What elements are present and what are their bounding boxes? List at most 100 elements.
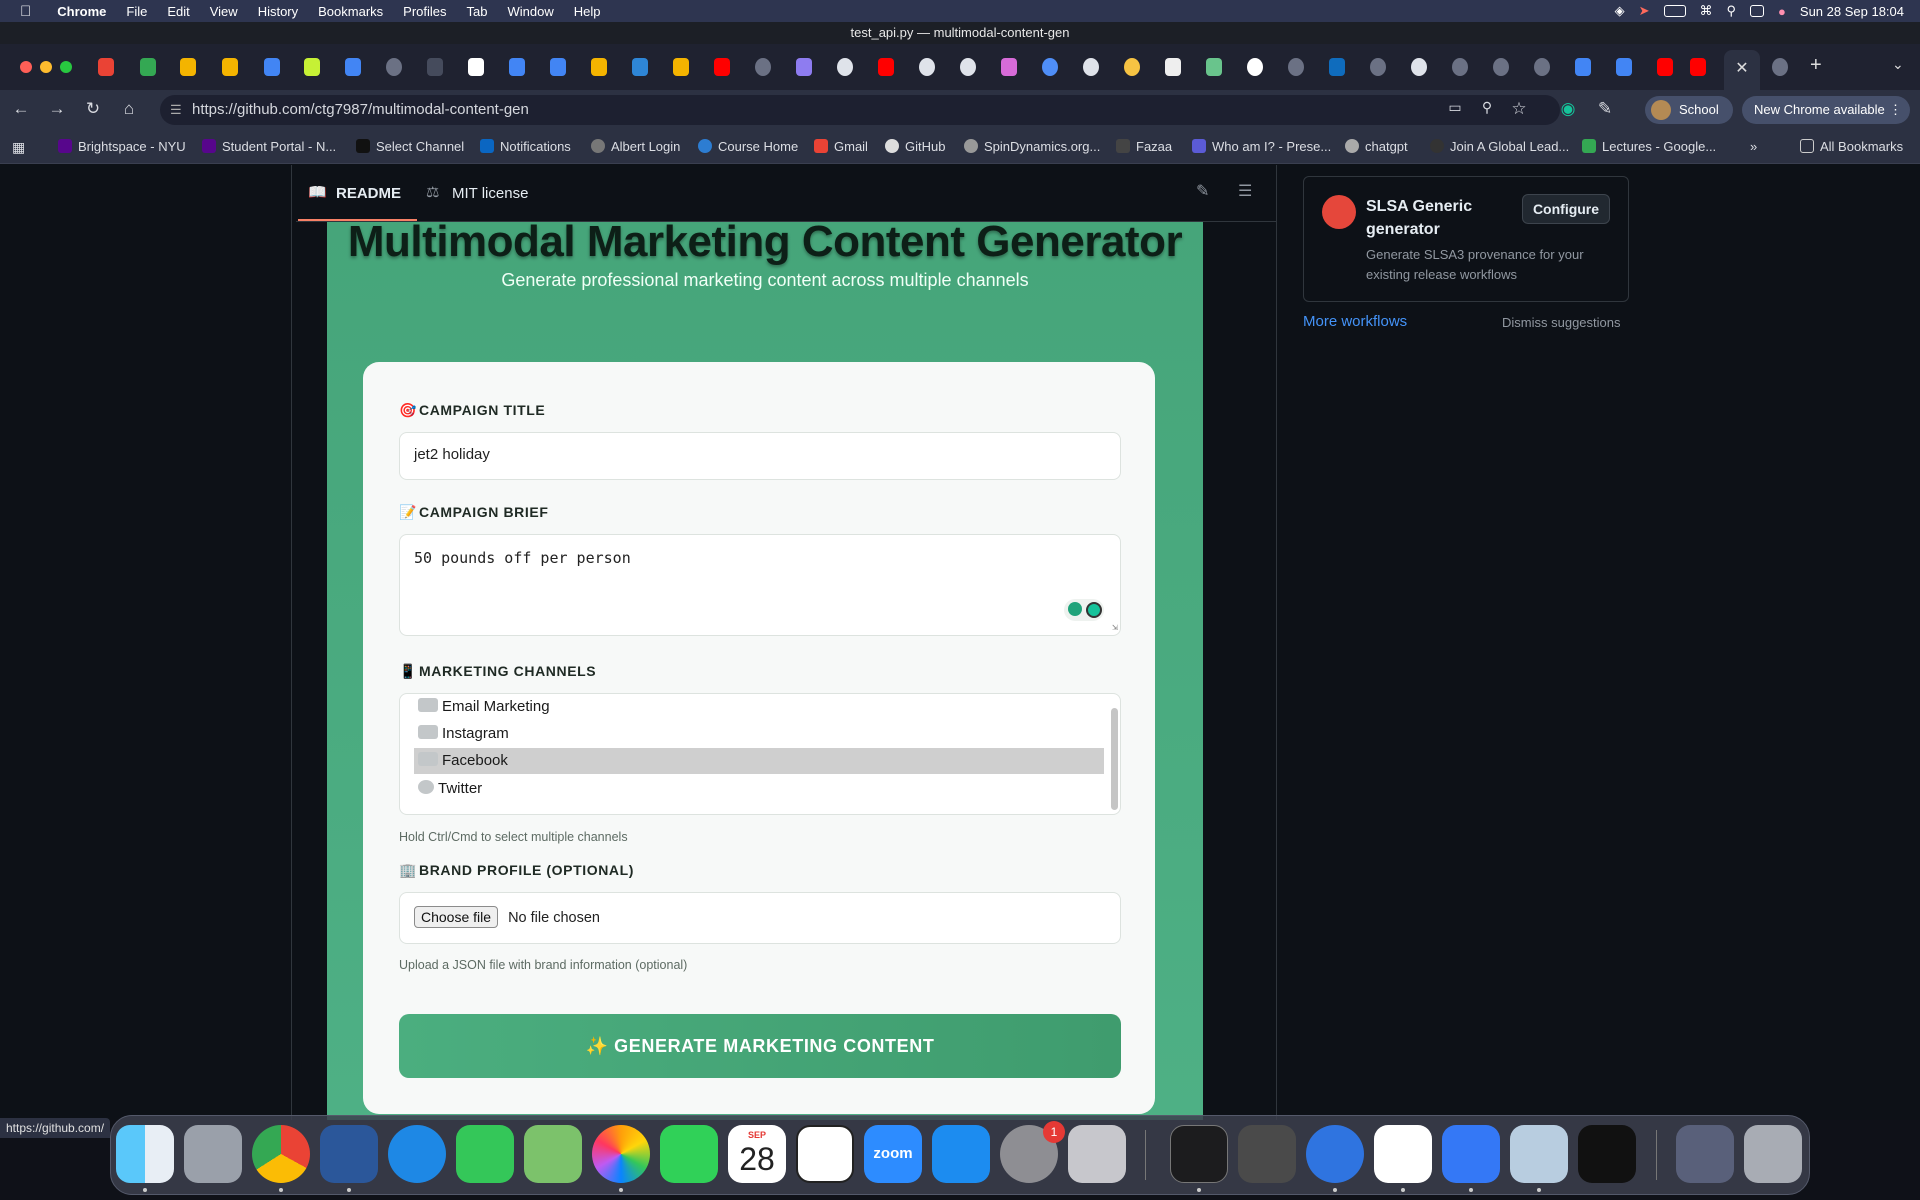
calendar-icon[interactable]: SEP 28 [728, 1125, 786, 1183]
youtube-tab-icon[interactable] [878, 58, 894, 76]
brand-file-input[interactable]: Choose file No file chosen [399, 892, 1121, 944]
github-tab-icon[interactable] [837, 58, 853, 76]
globe-tab-icon[interactable] [755, 58, 771, 76]
active-tab-close-icon[interactable]: ✕ [1724, 50, 1760, 90]
tab-license[interactable]: ⚖ MIT license [426, 184, 528, 202]
bookmark-fazaa[interactable]: Fazaa [1116, 139, 1172, 154]
home-icon[interactable]: ⌂ [118, 99, 140, 119]
maps-icon[interactable] [524, 1125, 582, 1183]
choose-file-button[interactable]: Choose file [414, 906, 499, 928]
slides-tab-icon[interactable] [222, 58, 238, 76]
menu-history[interactable]: History [258, 4, 298, 19]
docs-tab-icon[interactable] [345, 58, 361, 76]
spotlight-search-icon[interactable]: ⚲ [1727, 3, 1737, 19]
photos-icon[interactable] [592, 1125, 650, 1183]
vnc-viewer-icon[interactable] [1442, 1125, 1500, 1183]
notion-icon[interactable] [796, 1125, 854, 1183]
menu-view[interactable]: View [210, 4, 238, 19]
site-info-icon[interactable]: ☰ [170, 95, 182, 125]
bookmark-spindynamics[interactable]: SpinDynamics.org... [964, 139, 1100, 154]
tab-search-icon[interactable]: ⌄ [1892, 56, 1904, 73]
github-tab-icon[interactable] [960, 58, 976, 76]
channel-option-instagram[interactable]: Instagram [414, 721, 1104, 747]
campaign-title-input[interactable]: jet2 holiday [399, 432, 1121, 480]
outlook-tab-icon[interactable] [1329, 58, 1345, 76]
forward-icon[interactable]: → [46, 99, 68, 119]
menu-help[interactable]: Help [574, 4, 601, 19]
all-bookmarks[interactable]: All Bookmarks [1800, 139, 1903, 154]
trash-icon[interactable] [1744, 1125, 1802, 1183]
wifi-icon[interactable]: ⌘ [1700, 3, 1713, 19]
dismiss-suggestions-link[interactable]: Dismiss suggestions [1502, 315, 1621, 330]
calculator-tab-icon[interactable] [427, 58, 443, 76]
update-chrome-button[interactable]: New Chrome available ⋮ [1742, 96, 1910, 124]
channel-option-twitter[interactable]: Twitter [414, 776, 1104, 802]
generate-button[interactable]: ✨ GENERATE MARKETING CONTENT [399, 1014, 1121, 1078]
listbox-scrollbar[interactable] [1111, 708, 1118, 810]
zoom-window-icon[interactable] [60, 61, 72, 73]
vscode-tab-icon[interactable] [632, 58, 648, 76]
configure-button[interactable]: Configure [1522, 194, 1610, 224]
grammarly-widget[interactable] [1064, 599, 1104, 621]
menu-profiles[interactable]: Profiles [403, 4, 446, 19]
workflow-name[interactable]: SLSA Generic generator [1366, 195, 1516, 241]
campaign-brief-textarea[interactable]: 50 pounds off per person ⇲ [399, 534, 1121, 636]
more-workflows-link[interactable]: More workflows [1303, 313, 1407, 330]
gmail-tab-icon[interactable] [98, 58, 114, 76]
outline-list-icon[interactable]: ☰ [1238, 181, 1252, 201]
iphone-mirroring-icon[interactable] [1068, 1125, 1126, 1183]
bookmark-github[interactable]: GitHub [885, 139, 945, 154]
globe-tab-icon[interactable] [1493, 58, 1509, 76]
slides-tab-icon[interactable] [180, 58, 196, 76]
bookmark-student-portal[interactable]: Student Portal - N... [202, 139, 336, 154]
bookmark-course-home[interactable]: Course Home [698, 139, 798, 154]
bookmark-brightspace[interactable]: Brightspace - NYU [58, 139, 186, 154]
chrome-icon[interactable] [252, 1125, 310, 1183]
docs-tab-icon[interactable] [264, 58, 280, 76]
zoom-icon[interactable]: ⚲ [1476, 99, 1498, 116]
bookmarks-overflow-icon[interactable]: » [1750, 139, 1757, 154]
more-menu-icon[interactable]: ⋮ [1889, 96, 1902, 124]
linear-tab-icon[interactable] [796, 58, 812, 76]
install-app-icon[interactable]: ▭ [1444, 99, 1466, 116]
chegg-tab-icon[interactable] [468, 58, 484, 76]
preview-icon[interactable] [1510, 1125, 1568, 1183]
youtube-tab-icon[interactable] [714, 58, 730, 76]
grammarly-extension-icon[interactable]: ◉ [1557, 99, 1579, 119]
finder-icon[interactable] [116, 1125, 174, 1183]
back-icon[interactable]: ← [10, 99, 32, 119]
bookmark-chatgpt[interactable]: chatgpt [1345, 139, 1408, 154]
resize-handle-icon[interactable]: ⇲ [1112, 622, 1118, 633]
zoom-icon[interactable]: zoom [864, 1125, 922, 1183]
apps-grid-icon[interactable]: ▦ [12, 139, 25, 156]
battery-icon[interactable] [1663, 5, 1686, 17]
word-icon[interactable] [320, 1125, 378, 1183]
address-bar[interactable]: ☰ https://github.com/ctg7987/multimodal-… [160, 95, 1560, 125]
pause-tab-icon[interactable] [1165, 58, 1181, 76]
github-tab-icon[interactable] [919, 58, 935, 76]
control-center-icon[interactable] [1750, 5, 1765, 17]
safari-icon[interactable] [388, 1125, 446, 1183]
gemini-tab-icon[interactable] [1001, 58, 1017, 76]
docs-tab-icon[interactable] [550, 58, 566, 76]
hashtag-tab-icon[interactable] [304, 58, 320, 76]
globe-tab-icon[interactable] [1772, 58, 1788, 76]
globe-tab-icon[interactable] [1534, 58, 1550, 76]
channels-multiselect[interactable]: Email Marketing Instagram Facebook Twitt… [399, 693, 1121, 815]
messages-icon[interactable] [456, 1125, 514, 1183]
docs-tab-icon[interactable] [509, 58, 525, 76]
new-tab-button[interactable]: + [1810, 54, 1822, 77]
profile-button[interactable]: School [1645, 96, 1733, 124]
globe-tab-icon[interactable] [1042, 58, 1058, 76]
bookmark-who-am-i[interactable]: Who am I? - Prese... [1192, 139, 1331, 154]
github-tab-icon[interactable] [1411, 58, 1427, 76]
minimize-window-icon[interactable] [40, 61, 52, 73]
globe-tab-icon[interactable] [1370, 58, 1386, 76]
menu-edit[interactable]: Edit [167, 4, 189, 19]
slides-tab-icon[interactable] [673, 58, 689, 76]
channel-option-email[interactable]: Email Marketing [414, 694, 1104, 720]
rocket-icon[interactable]: ➤ [1639, 3, 1650, 19]
github-tab-icon[interactable] [1083, 58, 1099, 76]
close-window-icon[interactable] [20, 61, 32, 73]
menu-tab[interactable]: Tab [467, 4, 488, 19]
